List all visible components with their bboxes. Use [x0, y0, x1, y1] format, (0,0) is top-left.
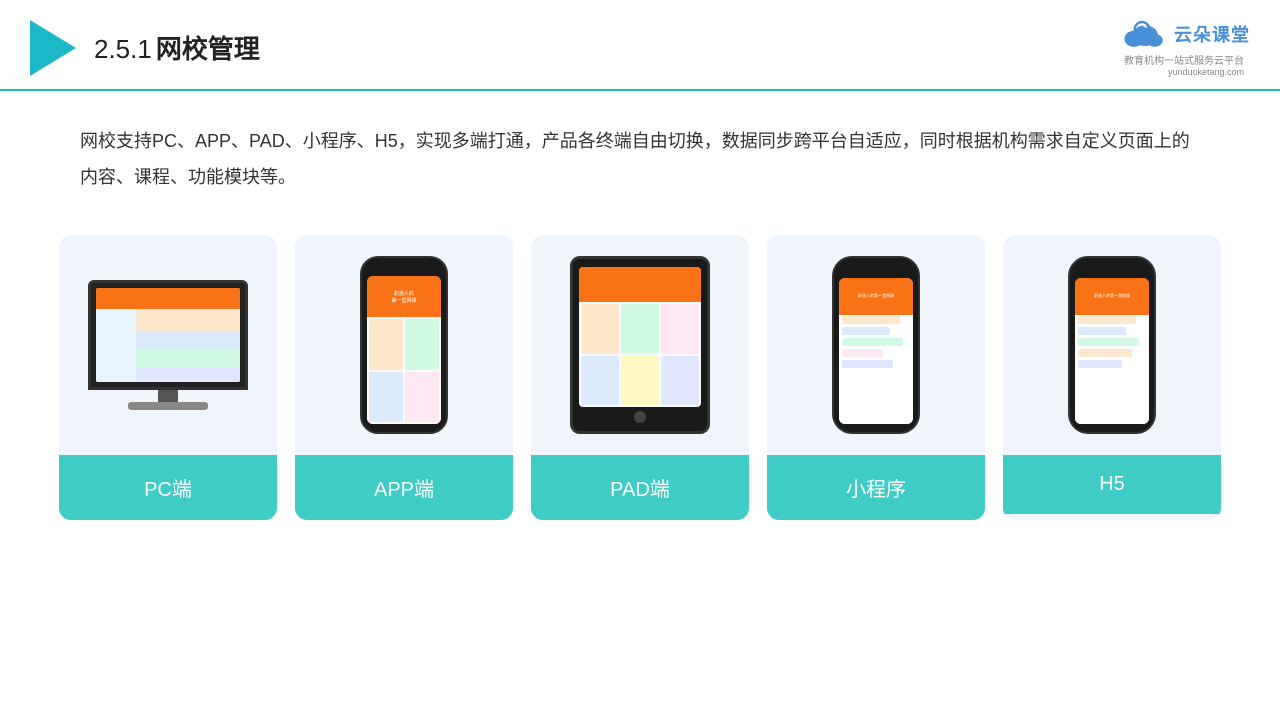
brand-tagline: 教育机构一站式服务云平台 yunduoketang.com [1124, 52, 1244, 77]
phone-screen-body [367, 317, 441, 424]
pc-neck [158, 390, 178, 402]
miniprogram-header-text: 职途人的第一堂网课 [858, 293, 894, 299]
page-title: 2.5.1网校管理 [94, 29, 260, 66]
logo-triangle-icon [30, 20, 76, 76]
card-pc: PC端 [59, 235, 277, 520]
cloud-logo-icon [1118, 18, 1166, 50]
miniprogram-screen-content: 职途人的第一堂网课 [839, 278, 913, 424]
miniprogram-header-bar: 职途人的第一堂网课 [839, 278, 913, 315]
tablet-screen [579, 267, 701, 407]
card-app-label: APP端 [295, 455, 513, 520]
description: 网校支持PC、APP、PAD、小程序、H5，实现多端打通，产品各终端自由切换，数… [0, 91, 1280, 215]
h5-phone-screen: 职途人的第一堂网课 [1075, 278, 1149, 424]
card-pad: PAD端 [531, 235, 749, 520]
phone-screen-header: 职途人的第一堂网课 [367, 276, 441, 317]
phone-screen-2: 职途人的第一堂网课 [839, 278, 913, 424]
miniprogram-row-5 [842, 360, 893, 368]
miniprogram-row-4 [842, 349, 883, 357]
pc-screen-body [96, 309, 240, 382]
card-h5-label: H5 [1003, 455, 1221, 514]
cards-container: PC端 职途人的第一堂网课 APP端 [0, 215, 1280, 540]
h5-phone-mockup: 职途人的第一堂网课 [1068, 256, 1156, 434]
header-left: 2.5.1网校管理 [30, 20, 260, 76]
pc-screen-inner [96, 288, 240, 382]
description-text: 网校支持PC、APP、PAD、小程序、H5，实现多端打通，产品各终端自由切换，数… [80, 123, 1200, 195]
tablet-grid-item-3 [661, 304, 699, 354]
h5-phone-notch [1098, 268, 1126, 274]
h5-header-text: 职途人的第一堂网课 [1094, 293, 1130, 299]
brand-name: 云朵课堂 [1174, 21, 1250, 47]
miniprogram-phone-mockup: 职途人的第一堂网课 [832, 256, 920, 434]
miniprogram-screen-rows [842, 316, 910, 368]
tablet-grid-item-5 [621, 356, 659, 406]
card-pad-label: PAD端 [531, 455, 749, 520]
phone-grid-item-1 [369, 319, 403, 369]
phone-notch [389, 266, 419, 273]
pad-tablet-mockup [570, 256, 710, 434]
pc-sidebar [96, 309, 136, 382]
card-h5-image: 职途人的第一堂网课 [1003, 235, 1221, 455]
tablet-grid-item-2 [621, 304, 659, 354]
miniprogram-row-3 [842, 338, 903, 346]
pc-screen-outer [88, 280, 248, 390]
pc-screen-bar [96, 288, 240, 309]
h5-row-5 [1078, 360, 1122, 368]
pc-device-mockup [88, 280, 248, 410]
card-miniprogram-image: 职途人的第一堂网课 [767, 235, 985, 455]
tablet-grid-item-4 [581, 356, 619, 406]
card-pad-image [531, 235, 749, 455]
h5-screen-content: 职途人的第一堂网课 [1075, 278, 1149, 424]
phone-grid-item-3 [369, 372, 403, 422]
phone-grid-item-4 [405, 372, 439, 422]
tablet-screen-body [579, 302, 701, 407]
pc-base [128, 402, 208, 410]
card-miniprogram-label: 小程序 [767, 455, 985, 520]
page-title-text: 网校管理 [156, 34, 260, 64]
brand-logo-top: 云朵课堂 [1118, 18, 1250, 50]
phone-screen-header-text: 职途人的第一堂网课 [391, 290, 416, 304]
page-title-number: 2.5.1 [94, 34, 152, 64]
brand-logo: 云朵课堂 教育机构一站式服务云平台 yunduoketang.com [1118, 18, 1250, 77]
phone-grid-item-2 [405, 319, 439, 369]
card-h5: 职途人的第一堂网课 H5 [1003, 235, 1221, 520]
card-pc-label: PC端 [59, 455, 277, 520]
card-app-image: 职途人的第一堂网课 [295, 235, 513, 455]
phone-screen: 职途人的第一堂网课 [367, 276, 441, 424]
h5-screen-rows [1078, 316, 1146, 368]
tablet-grid-item-6 [661, 356, 699, 406]
h5-header-bar: 职途人的第一堂网课 [1075, 278, 1149, 315]
app-phone-mockup: 职途人的第一堂网课 [360, 256, 448, 434]
miniprogram-row-2 [842, 327, 890, 335]
h5-row-3 [1078, 338, 1139, 346]
h5-row-4 [1078, 349, 1132, 357]
tablet-screen-header [579, 267, 701, 302]
h5-row-1 [1078, 316, 1136, 324]
card-miniprogram: 职途人的第一堂网课 小程序 [767, 235, 985, 520]
phone-notch-2 [862, 268, 890, 274]
header: 2.5.1网校管理 云朵课堂 教育机构一站式服务云平台 yunduoketang… [0, 0, 1280, 91]
card-app: 职途人的第一堂网课 APP端 [295, 235, 513, 520]
h5-row-2 [1078, 327, 1126, 335]
tablet-grid-item-1 [581, 304, 619, 354]
card-pc-image [59, 235, 277, 455]
tablet-home-button [634, 411, 646, 423]
pc-main [136, 309, 240, 382]
miniprogram-row-1 [842, 316, 900, 324]
